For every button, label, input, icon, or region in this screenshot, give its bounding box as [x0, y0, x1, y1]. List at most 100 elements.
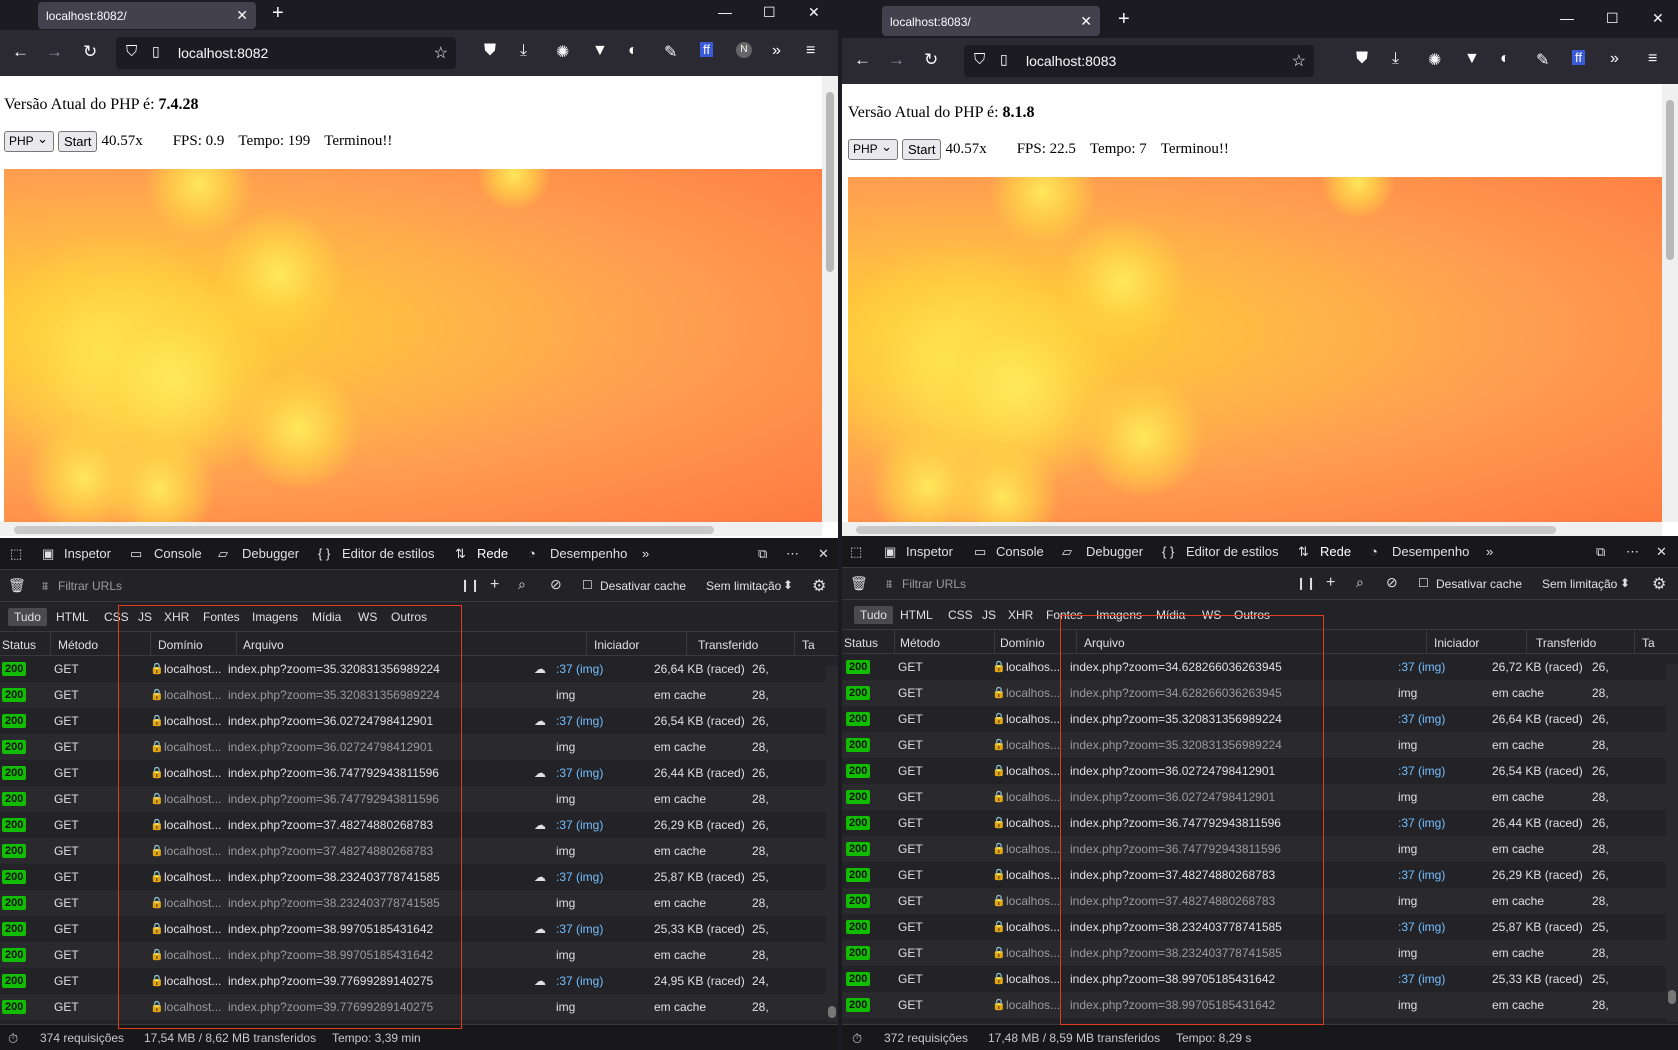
tab-debugger[interactable]: Debugger: [1086, 544, 1143, 559]
tab-performance[interactable]: Desempenho: [1392, 544, 1469, 559]
close-window-icon[interactable]: ✕: [1652, 10, 1664, 27]
scrollbar-thumb[interactable]: [856, 526, 1556, 534]
new-tab-icon[interactable]: +: [272, 2, 284, 25]
dock-icon[interactable]: ⧉: [1596, 544, 1605, 560]
page-vertical-scrollbar[interactable]: [1662, 84, 1678, 522]
filter-urls-input[interactable]: Filtrar URLs: [58, 579, 122, 593]
back-icon[interactable]: ←: [854, 50, 871, 70]
tab-network[interactable]: Rede: [1320, 544, 1351, 559]
settings-gear-icon[interactable]: ⚙: [1652, 574, 1666, 594]
filter-urls-input[interactable]: Filtrar URLs: [902, 577, 966, 591]
filter-css[interactable]: CSS: [948, 608, 973, 622]
header-method[interactable]: Método: [900, 636, 940, 650]
menu-icon[interactable]: ≡: [806, 42, 815, 60]
block-icon[interactable]: ⊘: [1386, 574, 1398, 591]
more-tabs-icon[interactable]: »: [642, 546, 649, 561]
add-request-icon[interactable]: +: [1326, 574, 1335, 592]
start-button[interactable]: Start: [58, 131, 98, 152]
download-icon[interactable]: ⤓: [1392, 50, 1399, 68]
vue-devtools-icon[interactable]: ▼: [592, 42, 608, 60]
menu-icon[interactable]: ≡: [1648, 50, 1657, 68]
header-domain[interactable]: Domínio: [1000, 636, 1045, 650]
pocket-icon[interactable]: ⛊: [1356, 50, 1368, 68]
disable-cache-checkbox[interactable]: ☐: [1418, 576, 1429, 590]
scrollbar-thumb[interactable]: [828, 1006, 836, 1018]
dock-icon[interactable]: ⧉: [758, 546, 767, 562]
page-vertical-scrollbar[interactable]: [822, 76, 838, 522]
header-method[interactable]: Método: [58, 638, 98, 652]
disable-cache-checkbox[interactable]: ☐: [582, 578, 593, 592]
profile-avatar[interactable]: N: [736, 42, 752, 58]
network-list-scrollbar[interactable]: [1666, 664, 1678, 1022]
scrollbar-thumb[interactable]: [1666, 100, 1674, 260]
scrollbar-thumb[interactable]: [1668, 990, 1676, 1004]
page-horizontal-scrollbar[interactable]: [0, 522, 822, 536]
pen-icon[interactable]: ✎: [1536, 50, 1549, 70]
add-request-icon[interactable]: +: [490, 576, 499, 594]
browser-tab[interactable]: localhost:8083/ ✕: [882, 6, 1100, 36]
close-tab-icon[interactable]: ✕: [236, 7, 248, 24]
element-picker-icon[interactable]: ⬚: [850, 544, 862, 560]
network-list-scrollbar[interactable]: [826, 666, 838, 1022]
filter-all[interactable]: Tudo: [854, 606, 893, 624]
start-button[interactable]: Start: [902, 139, 942, 160]
bookmark-star-icon[interactable]: ☆: [434, 43, 448, 63]
download-icon[interactable]: ⤓: [520, 42, 527, 60]
minimize-icon[interactable]: —: [718, 4, 732, 20]
search-icon[interactable]: ⌕: [518, 576, 526, 593]
throttle-select[interactable]: Sem limitação: [1542, 577, 1617, 591]
filter-html[interactable]: HTML: [56, 610, 89, 624]
ff-extension-icon[interactable]: ff: [700, 42, 713, 57]
scrollbar-thumb[interactable]: [14, 526, 714, 534]
header-status[interactable]: Status: [844, 636, 878, 650]
close-devtools-icon[interactable]: ✕: [818, 546, 829, 562]
vue-devtools-icon[interactable]: ▼: [1464, 50, 1480, 68]
element-picker-icon[interactable]: ⬚: [10, 546, 22, 562]
header-initiator[interactable]: Iniciador: [1434, 636, 1479, 650]
reload-icon[interactable]: ↻: [924, 50, 938, 70]
shield-icon[interactable]: ⛉: [974, 51, 985, 68]
forward-icon[interactable]: →: [888, 50, 905, 70]
filter-html[interactable]: HTML: [900, 608, 933, 622]
extension-circle-icon[interactable]: ◐: [1500, 50, 1510, 68]
bookmark-star-icon[interactable]: ☆: [1292, 51, 1306, 71]
close-tab-icon[interactable]: ✕: [1080, 13, 1092, 30]
pause-icon[interactable]: ❙❙: [1296, 576, 1316, 590]
tab-performance[interactable]: Desempenho: [550, 546, 627, 561]
pocket-icon[interactable]: ⛊: [484, 42, 496, 60]
pen-icon[interactable]: ✎: [664, 42, 677, 62]
maximize-icon[interactable]: ☐: [763, 4, 776, 21]
reload-icon[interactable]: ↻: [83, 42, 97, 62]
extension-circle-icon[interactable]: ◐: [628, 42, 638, 60]
maximize-icon[interactable]: ☐: [1606, 10, 1619, 27]
header-size[interactable]: Ta: [1642, 636, 1655, 650]
devtools-menu-icon[interactable]: ⋯: [786, 546, 799, 562]
header-status[interactable]: Status: [2, 638, 36, 652]
tab-style-editor[interactable]: Editor de estilos: [1186, 544, 1279, 559]
tab-console[interactable]: Console: [154, 546, 202, 561]
minimize-icon[interactable]: —: [1560, 10, 1574, 26]
url-bar[interactable]: ⛉ ▯ localhost:8083 ☆: [964, 45, 1314, 77]
header-size[interactable]: Ta: [802, 638, 815, 652]
scrollbar-thumb[interactable]: [826, 92, 834, 272]
pause-icon[interactable]: ❙❙: [460, 578, 480, 592]
header-transferred[interactable]: Transferido: [1536, 636, 1596, 650]
tab-inspector[interactable]: Inspetor: [906, 544, 953, 559]
tab-inspector[interactable]: Inspetor: [64, 546, 111, 561]
throttle-select[interactable]: Sem limitação: [706, 579, 781, 593]
trash-icon[interactable]: 🗑: [8, 577, 26, 594]
settings-gear-icon[interactable]: ⚙: [812, 576, 826, 596]
close-devtools-icon[interactable]: ✕: [1656, 544, 1667, 560]
language-select[interactable]: PHP: [4, 131, 54, 152]
search-icon[interactable]: ⌕: [1356, 574, 1364, 591]
tab-console[interactable]: Console: [996, 544, 1044, 559]
tab-network[interactable]: Rede: [477, 546, 508, 561]
overflow-chevron-icon[interactable]: »: [772, 42, 781, 60]
more-tabs-icon[interactable]: »: [1486, 544, 1493, 559]
forward-icon[interactable]: →: [46, 42, 63, 62]
shield-icon[interactable]: ⛉: [126, 43, 137, 60]
tab-debugger[interactable]: Debugger: [242, 546, 299, 561]
page-horizontal-scrollbar[interactable]: [842, 522, 1662, 536]
filter-xhr[interactable]: XHR: [1008, 608, 1033, 622]
overflow-chevron-icon[interactable]: »: [1610, 50, 1619, 68]
